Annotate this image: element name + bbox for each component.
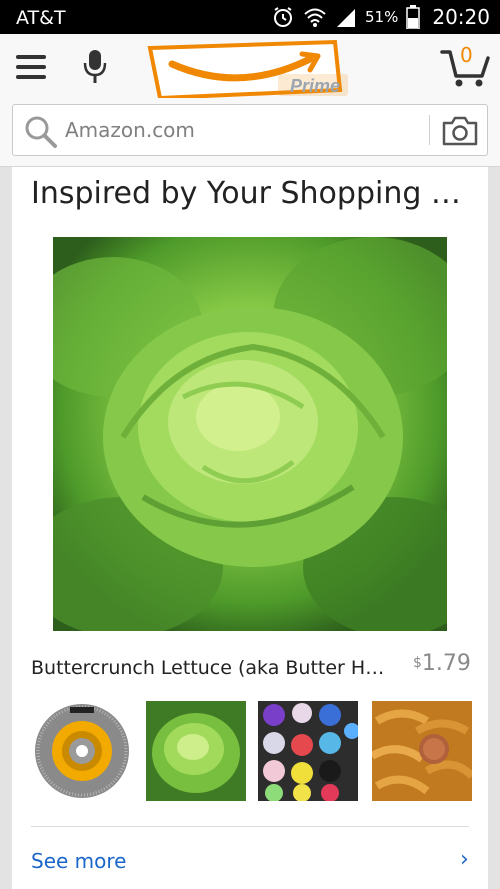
- clock: 20:20: [432, 5, 490, 29]
- logo-smile-icon: Prime: [147, 39, 348, 101]
- lettuce-image: [53, 237, 447, 631]
- status-bar: AT&T 51% 20:20: [0, 0, 500, 34]
- battery-percent: 51%: [365, 8, 399, 26]
- wire-wheel-image: [32, 701, 132, 801]
- chevron-right-icon[interactable]: ›: [460, 847, 469, 872]
- search-bar[interactable]: [12, 104, 488, 156]
- card-title: Inspired by Your Shopping T...: [31, 176, 471, 211]
- recommendation-card: Inspired by Your Shopping T... Buttercru…: [12, 167, 488, 889]
- product-price: $1.79: [413, 651, 471, 676]
- cart-count: 0: [460, 43, 473, 67]
- voice-search-button[interactable]: [82, 48, 108, 86]
- hamburger-icon: [16, 55, 46, 79]
- product-image[interactable]: [53, 237, 447, 631]
- mealworms-image: [372, 701, 472, 801]
- thumbnail-wire-wheel[interactable]: [32, 701, 132, 801]
- thumbnail-strip: [32, 701, 472, 801]
- roses-image: [258, 701, 358, 801]
- wifi-icon: [304, 8, 326, 27]
- lettuce-thumbnail-image: [146, 701, 246, 801]
- thumbnail-roses[interactable]: [258, 701, 358, 801]
- camera-icon: [442, 116, 478, 146]
- thumbnail-lettuce[interactable]: [146, 701, 246, 801]
- camera-search-button[interactable]: [441, 115, 479, 147]
- see-more-link[interactable]: See more: [31, 849, 126, 873]
- divider: [31, 826, 469, 827]
- alarm-icon: [274, 7, 293, 27]
- product-title-link[interactable]: Buttercrunch Lettuce (aka Butter Hea...: [31, 657, 386, 679]
- price-amount: 1.79: [421, 651, 471, 676]
- price-currency: $: [413, 655, 422, 671]
- search-divider: [429, 115, 430, 145]
- carrier-label: AT&T: [16, 7, 66, 29]
- microphone-icon: [83, 50, 107, 83]
- menu-button[interactable]: [16, 52, 48, 82]
- amazon-prime-logo[interactable]: Prime: [140, 34, 365, 101]
- status-icons: 51% 20:20: [271, 5, 490, 29]
- logo-prime-text: Prime: [290, 76, 340, 96]
- battery-icon: [406, 5, 421, 29]
- app-header: Prime 0: [0, 34, 500, 167]
- search-icon: [25, 116, 57, 148]
- thumbnail-mealworms[interactable]: [372, 701, 472, 801]
- signal-icon: [337, 9, 356, 27]
- search-input[interactable]: [65, 111, 405, 149]
